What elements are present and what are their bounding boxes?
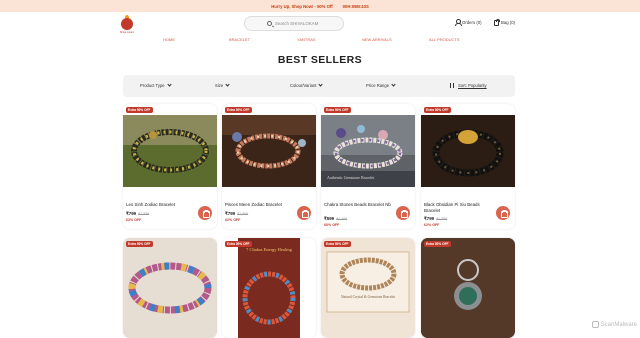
add-to-cart-button[interactable] (496, 206, 510, 220)
sort-control[interactable]: Sort: Popularity (450, 83, 487, 88)
filter-price-label: Price Range (366, 83, 389, 88)
sort-icon (450, 83, 456, 88)
search-icon (267, 21, 272, 26)
scanmalware-logo-icon (592, 321, 599, 328)
chevron-down-icon (391, 82, 395, 86)
product-price: ₹799₹1,999 (225, 211, 248, 217)
product-image[interactable]: Natural Crystal & Gemstone Bracelet (321, 238, 415, 338)
add-to-cart-button[interactable] (396, 206, 410, 220)
mrp-value: ₹1,999 (237, 212, 248, 216)
discount-percent: 62% OFF (126, 218, 141, 222)
bag-icon (494, 20, 499, 26)
product-price: ₹799₹1,999 (424, 216, 447, 222)
bag-link[interactable]: Bag (0) (494, 19, 515, 26)
mrp-value: ₹1,999 (138, 212, 149, 216)
add-to-cart-button[interactable] (297, 206, 311, 220)
discount-badge: Extra 50% OFF (324, 107, 351, 113)
discount-percent: 62% OFF (225, 218, 240, 222)
scanmalware-watermark: ScanMalware (592, 321, 637, 328)
product-card[interactable]: Extra 50% OFF (421, 238, 515, 338)
logo-pot-icon (121, 18, 133, 30)
discount-percent: 60% OFF (324, 223, 339, 227)
filter-colour[interactable]: Colour/Variant (290, 83, 322, 88)
price-value: ₹599 (324, 216, 334, 221)
product-image[interactable]: 7 Chakra Energy Healing (222, 238, 316, 338)
filter-product-type[interactable]: Product Type (140, 83, 171, 88)
add-to-cart-button[interactable] (198, 206, 212, 220)
orders-link[interactable]: Orders (0) (455, 19, 482, 25)
nav-yantras[interactable]: YANTRAS (297, 37, 316, 42)
promo-bar: Hurry Up, Shop Now! - 50% Off 00H:05M:43… (0, 0, 640, 12)
image-overlay-text: 7 Chakra Energy Healing (246, 247, 293, 252)
orders-label: Orders (0) (462, 20, 482, 25)
image-caption: Authentic Gemstone Bracelet (327, 175, 375, 180)
price-value: ₹799 (225, 211, 235, 216)
filter-bar: Product Type Size Colour/Variant Price R… (123, 75, 515, 97)
chevron-down-icon (319, 82, 323, 86)
product-card[interactable]: Extra 50% OFF Natural Crystal & Gemstone… (321, 238, 415, 338)
product-image[interactable]: Authentic Gemstone Bracelet (321, 115, 415, 187)
product-card[interactable]: Extra 50% OFF 7 Chakra Energy Healing (222, 238, 316, 338)
product-image[interactable] (222, 115, 316, 187)
page-title: BEST SELLERS (0, 54, 640, 66)
product-image[interactable] (421, 115, 515, 187)
chevron-down-icon (167, 82, 171, 86)
price-value: ₹799 (126, 211, 136, 216)
discount-badge: Extra 50% OFF (324, 241, 351, 247)
chevron-down-icon (226, 82, 230, 86)
product-name[interactable]: Pisces Meen Zodiac Bracelet (225, 202, 295, 208)
product-card[interactable]: Extra 50% OFF Authentic Gemstone Bracele… (321, 104, 415, 229)
product-price: ₹599₹1,499 (324, 216, 347, 222)
mrp-value: ₹1,999 (436, 217, 447, 221)
site-logo[interactable]: Shiva Lokam (120, 15, 134, 35)
search-input[interactable]: Search SHIVALOKAM (275, 21, 318, 26)
product-price: ₹799₹1,999 (126, 211, 149, 217)
nav-home[interactable]: HOME (163, 37, 175, 42)
filter-product-type-label: Product Type (140, 83, 165, 88)
product-image[interactable] (123, 115, 217, 187)
discount-badge: Extra 50% OFF (225, 107, 252, 113)
user-icon (455, 19, 460, 25)
product-name[interactable]: Chakra Stones Beads Bracelet Nb (324, 202, 394, 208)
search-bar[interactable]: Search SHIVALOKAM (244, 16, 344, 31)
product-card[interactable]: Extra 50% OFF Black Obsidian Pi Xiu Bead… (421, 104, 515, 229)
bag-label: Bag (0) (501, 20, 515, 25)
discount-badge: Extra 50% OFF (126, 107, 153, 113)
promo-text: Hurry Up, Shop Now! - 50% Off (271, 4, 332, 9)
product-card[interactable]: Extra 50% OFF Leo Sinh Zodiac Bracelet ₹… (123, 104, 217, 229)
price-value: ₹799 (424, 216, 434, 221)
filter-size-label: Size (215, 83, 223, 88)
nav-bracelet[interactable]: BRACELET (229, 37, 250, 42)
discount-badge: Extra 50% OFF (225, 241, 252, 247)
filter-colour-label: Colour/Variant (290, 83, 316, 88)
filter-price[interactable]: Price Range (366, 83, 395, 88)
nav-new-arrivals[interactable]: NEW ARRIVALS (362, 37, 392, 42)
nav-all-products[interactable]: ALL PRODUCTS (429, 37, 460, 42)
discount-badge: Extra 50% OFF (424, 241, 451, 247)
product-image[interactable] (421, 238, 515, 338)
product-image[interactable] (123, 238, 217, 338)
image-overlay-text: Natural Crystal & Gemstone Bracelet (341, 295, 395, 299)
product-name[interactable]: Leo Sinh Zodiac Bracelet (126, 202, 196, 208)
product-name[interactable]: Black Obsidian Pi Xiu Beads Bracelet (424, 202, 494, 214)
logo-text: Shiva Lokam (118, 31, 136, 34)
sort-label: Sort: Popularity (458, 83, 487, 88)
main-nav: HOME BRACELET YANTRAS NEW ARRIVALS ALL P… (0, 35, 640, 45)
promo-timer: 00H:05M:43S (343, 4, 369, 9)
discount-badge: Extra 50% OFF (126, 241, 153, 247)
discount-badge: Extra 50% OFF (424, 107, 451, 113)
watermark-text: ScanMalware (601, 322, 637, 328)
mrp-value: ₹1,499 (336, 217, 347, 221)
discount-percent: 62% OFF (424, 223, 439, 227)
product-card[interactable]: Extra 50% OFF Pisces Meen Zodiac Bracele… (222, 104, 316, 229)
product-card[interactable]: Extra 50% OFF (123, 238, 217, 338)
filter-size[interactable]: Size (215, 83, 229, 88)
